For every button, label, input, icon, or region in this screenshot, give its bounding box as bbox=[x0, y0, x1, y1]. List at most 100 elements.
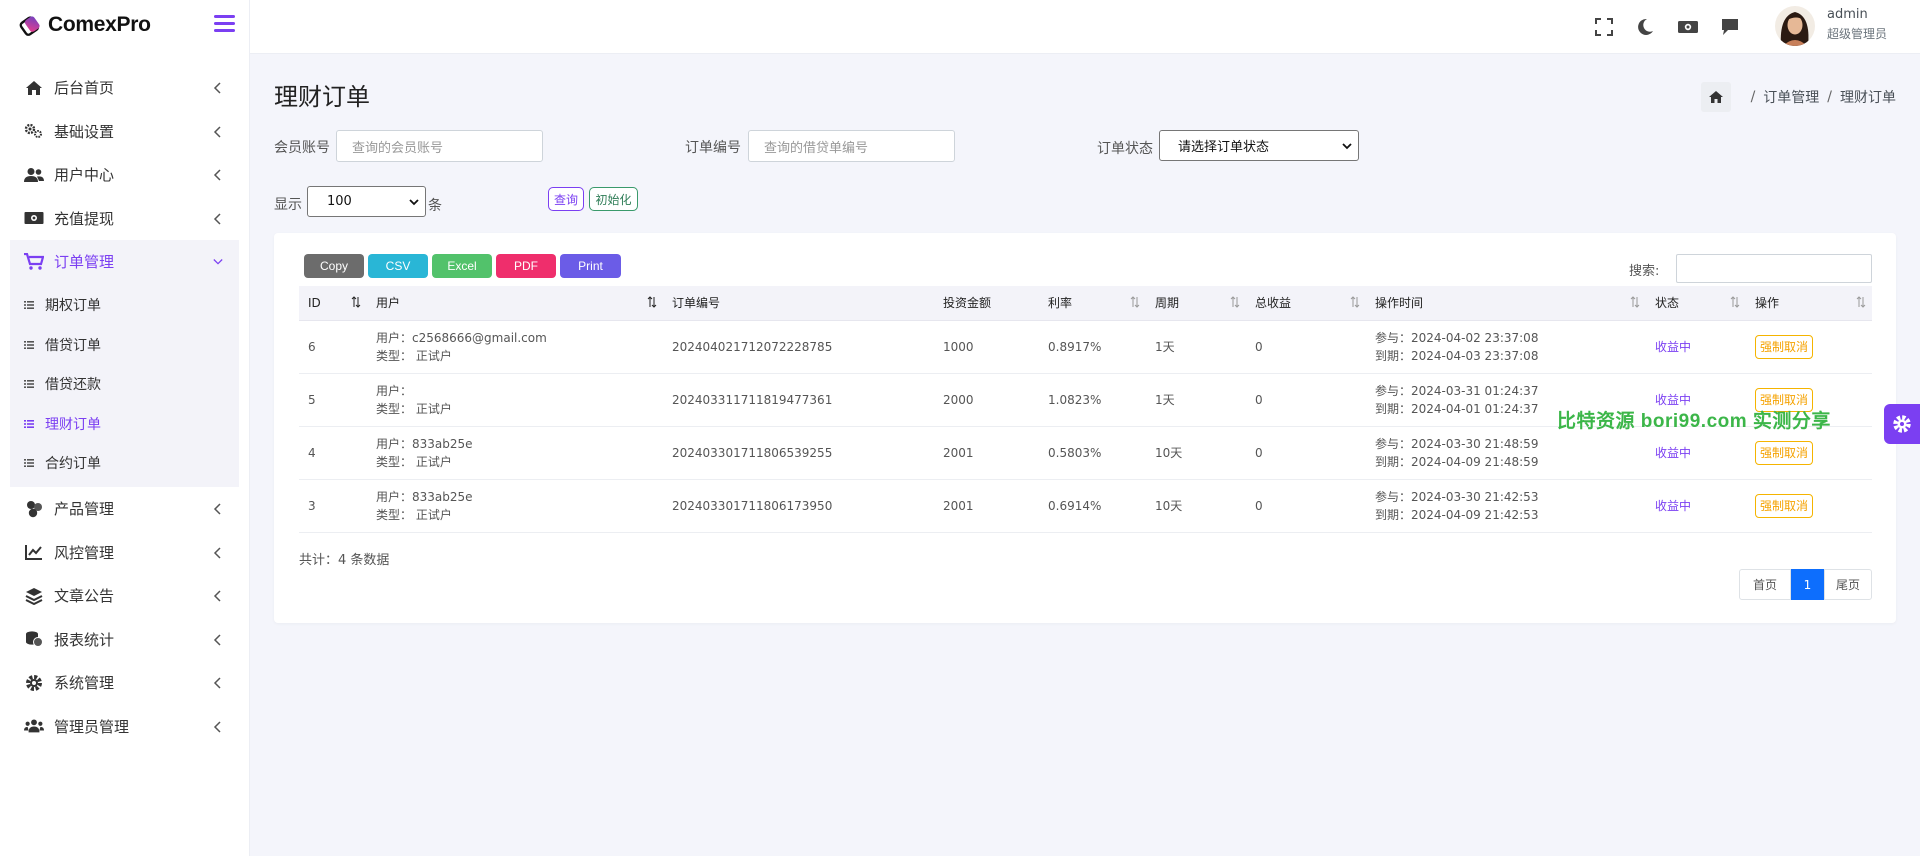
avatar[interactable] bbox=[1775, 6, 1815, 46]
chevron-left-icon bbox=[213, 125, 221, 138]
settings-floating-button[interactable] bbox=[1884, 404, 1920, 444]
layers-icon bbox=[24, 587, 44, 605]
sidebar-item-label: 用户中心 bbox=[54, 166, 115, 185]
pagination-first-button[interactable]: 首页 bbox=[1739, 569, 1791, 600]
breadcrumb-item-current: 理财订单 bbox=[1840, 90, 1896, 106]
coins-icon bbox=[24, 630, 44, 648]
cell-id: 4 bbox=[299, 426, 367, 480]
sidebar-item-risk-control[interactable]: 风控管理 bbox=[0, 531, 249, 575]
order-status-select[interactable]: 请选择订单状态 bbox=[1159, 130, 1359, 161]
sidebar-item-recharge-withdraw[interactable]: 充值提现 bbox=[0, 197, 249, 241]
column-header-action[interactable]: 操作 bbox=[1746, 286, 1872, 321]
money-icon bbox=[24, 209, 44, 227]
user-type: 类型： 正试户 bbox=[376, 348, 452, 363]
member-account-input[interactable]: 查询的会员账号 bbox=[336, 130, 543, 162]
chat-icon[interactable] bbox=[1720, 17, 1740, 37]
print-button[interactable]: Print bbox=[560, 254, 621, 278]
page-size-select[interactable]: 100 bbox=[307, 186, 426, 217]
pdf-button[interactable]: PDF bbox=[496, 254, 556, 278]
chart-line-icon bbox=[24, 543, 44, 561]
breadcrumb-item-order-management[interactable]: 订单管理 bbox=[1763, 87, 1819, 107]
cell-status: 收益中 bbox=[1646, 320, 1746, 374]
cell-rate: 1.0823% bbox=[1039, 373, 1146, 427]
cell-id: 6 bbox=[299, 320, 367, 374]
cell-time: 参与：2024-03-30 21:48:59 到期：2024-04-09 21:4… bbox=[1366, 426, 1646, 480]
sidebar-menu: 后台首页 基础设置 用户中心 充值提现 订单管理 bbox=[0, 66, 249, 284]
column-header-order-number[interactable]: 订单编号 bbox=[663, 286, 934, 321]
user-account: 用户：833ab25e bbox=[376, 436, 473, 451]
submenu-item-loan-orders[interactable]: 借贷订单 bbox=[10, 325, 239, 365]
cell-action: 强制取消 bbox=[1746, 479, 1872, 533]
cell-period: 10天 bbox=[1146, 426, 1246, 480]
user-account: 用户：c2568666@gmail.com bbox=[376, 330, 547, 345]
gear-icon bbox=[24, 674, 44, 692]
user-account: 用户：833ab25e bbox=[376, 489, 473, 504]
sidebar-item-order-management[interactable]: 订单管理 bbox=[10, 240, 239, 284]
fullscreen-icon[interactable] bbox=[1594, 17, 1614, 37]
join-time: 参与：2024-04-02 23:37:08 bbox=[1375, 330, 1539, 345]
cell-income: 0 bbox=[1246, 479, 1366, 533]
cell-status: 收益中 bbox=[1646, 426, 1746, 480]
show-label: 显示 bbox=[274, 197, 302, 213]
sidebar-item-admin-management[interactable]: 管理员管理 bbox=[0, 705, 249, 749]
column-header-amount[interactable]: 投资金额 bbox=[934, 286, 1039, 321]
money-icon[interactable] bbox=[1677, 17, 1699, 37]
column-header-period[interactable]: 周期 bbox=[1146, 286, 1246, 321]
sidebar-item-label: 后台首页 bbox=[54, 79, 115, 98]
cell-user: 用户：c2568666@gmail.com 类型： 正试户 bbox=[367, 320, 663, 374]
column-header-user[interactable]: 用户 bbox=[367, 286, 663, 321]
sort-icon bbox=[351, 296, 361, 308]
force-cancel-button[interactable]: 强制取消 bbox=[1755, 440, 1814, 465]
order-number-input[interactable]: 查询的借贷单编号 bbox=[748, 130, 955, 162]
copy-button[interactable]: Copy bbox=[304, 254, 364, 278]
chevron-down-icon bbox=[213, 259, 223, 265]
excel-button[interactable]: Excel bbox=[432, 254, 492, 278]
force-cancel-button[interactable]: 强制取消 bbox=[1755, 493, 1814, 518]
submenu-item-options-orders[interactable]: 期权订单 bbox=[10, 286, 239, 326]
home-icon bbox=[1708, 91, 1723, 103]
submenu-item-label: 期权订单 bbox=[45, 298, 101, 315]
sidebar-item-reports[interactable]: 报表统计 bbox=[0, 618, 249, 662]
expire-time: 到期：2024-04-03 23:37:08 bbox=[1375, 348, 1539, 363]
dark-mode-moon-icon[interactable] bbox=[1635, 17, 1655, 37]
sort-icon bbox=[1730, 296, 1740, 308]
pagination-last-button[interactable]: 尾页 bbox=[1824, 569, 1872, 600]
menu-toggle-button[interactable] bbox=[214, 15, 235, 33]
column-header-rate[interactable]: 利率 bbox=[1039, 286, 1146, 321]
table-row: 3 用户：833ab25e 类型： 正试户 2024033017118061739… bbox=[299, 479, 1872, 533]
cell-user: 用户： 类型： 正试户 bbox=[367, 373, 663, 427]
search-input[interactable] bbox=[1676, 254, 1872, 283]
chevron-left-icon bbox=[213, 82, 221, 94]
breadcrumb-separator: / bbox=[1827, 89, 1832, 105]
sidebar-item-product-management[interactable]: 产品管理 bbox=[0, 487, 249, 531]
pagination-page-button[interactable]: 1 bbox=[1791, 569, 1824, 600]
submenu-item-contract-orders[interactable]: 合约订单 bbox=[10, 444, 239, 484]
submenu-item-label: 合约订单 bbox=[45, 456, 101, 473]
table-row: 4 用户：833ab25e 类型： 正试户 2024033017118065392… bbox=[299, 426, 1872, 480]
column-header-operation-time[interactable]: 操作时间 bbox=[1366, 286, 1646, 321]
column-header-total-income[interactable]: 总收益 bbox=[1246, 286, 1366, 321]
reset-button[interactable]: 初始化 bbox=[589, 187, 638, 211]
breadcrumb-home-button[interactable] bbox=[1700, 82, 1731, 112]
member-account-label: 会员账号 bbox=[274, 140, 330, 156]
cell-period: 10天 bbox=[1146, 479, 1246, 533]
submenu-item-wealth-orders[interactable]: 理财订单 bbox=[10, 404, 239, 444]
sidebar-item-home[interactable]: 后台首页 bbox=[0, 66, 249, 110]
submenu-item-loan-repayment[interactable]: 借贷还款 bbox=[10, 365, 239, 405]
home-icon bbox=[24, 79, 44, 97]
users-icon bbox=[24, 166, 44, 184]
query-button[interactable]: 查询 bbox=[548, 187, 584, 211]
csv-button[interactable]: CSV bbox=[368, 254, 428, 278]
sidebar: ComexPro 后台首页 基础设置 用户中心 充值提现 订单管理 期权订单 借… bbox=[0, 0, 250, 856]
force-cancel-button[interactable]: 强制取消 bbox=[1755, 334, 1814, 359]
sidebar-item-basic-settings[interactable]: 基础设置 bbox=[0, 110, 249, 154]
column-header-id[interactable]: ID bbox=[299, 286, 367, 321]
column-header-status[interactable]: 状态 bbox=[1646, 286, 1746, 321]
sidebar-item-system-management[interactable]: 系统管理 bbox=[0, 661, 249, 705]
pagination: 首页 1 尾页 bbox=[1739, 569, 1872, 600]
breadcrumb: / 订单管理 / 理财订单 bbox=[1700, 82, 1896, 112]
sidebar-item-user-center[interactable]: 用户中心 bbox=[0, 153, 249, 197]
sidebar-item-articles[interactable]: 文章公告 bbox=[0, 574, 249, 618]
join-time: 参与：2024-03-31 01:24:37 bbox=[1375, 383, 1539, 398]
brand[interactable]: ComexPro bbox=[0, 0, 249, 50]
